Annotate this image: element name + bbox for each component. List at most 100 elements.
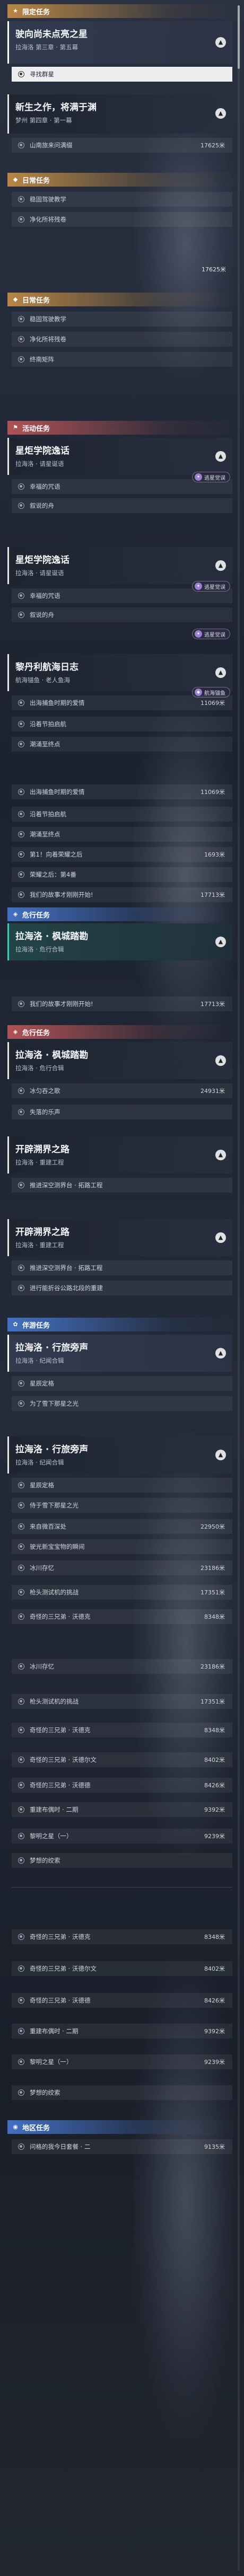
task-row[interactable]: 终南矩阵 [12,352,232,367]
task-row[interactable]: 梦想的绞索 [12,1853,232,1868]
chevron-up-icon[interactable]: ▲ [215,667,226,678]
task-row[interactable]: 失落的乐声 [12,1105,232,1119]
task-label: 第1！向着荣耀之后 [30,851,83,858]
task-row[interactable]: 推进深空测界台 · 拓路工程 [12,1260,232,1275]
task-row[interactable]: 稳固驾驶教学 [12,312,232,327]
task-row[interactable]: 叙说的舟 [12,498,232,513]
task-label: 奇怪的三兄弟 · 沃德尔文 [30,1756,97,1763]
task-row[interactable]: 出海捕鱼时期的爱情 11069米 [12,784,232,799]
mission-card[interactable]: 新生之作，将满于渊 梦州 第四章 · 第一幕 ▲ [7,94,232,134]
task-row[interactable]: 星辰定格 [12,1376,232,1391]
task-row[interactable]: 沿着节拍启航 [12,807,232,822]
task-status-icon [18,2059,24,2065]
flag-icon: ⚑ [13,424,18,431]
task-label: 星辰定格 [30,1481,54,1489]
chevron-up-icon[interactable]: ▲ [215,1348,226,1358]
chevron-up-icon[interactable]: ▲ [215,37,226,48]
task-row[interactable]: 奇怪的三兄弟 · 沃德克 8348米 [12,1609,232,1624]
task-row[interactable]: 稳固驾驶教学 [12,192,232,207]
task-row[interactable]: 出海捕鱼时期的爱情 11069米 [12,695,232,710]
task-row[interactable]: 枪头测试机的挑战 17351米 [12,1694,232,1709]
task-row[interactable]: 推进深空测界台 · 拓路工程 [12,1178,232,1193]
task-row[interactable]: 重建布偶时 · 二期 9392米 [12,2024,232,2039]
task-row[interactable]: 侍于雪下那星之光 [12,1498,232,1513]
task-row[interactable]: 潮涌至终点 [12,737,232,752]
task-row[interactable]: 奇怪的三兄弟 · 沃德克 8348米 [12,1723,232,1737]
chevron-up-icon[interactable]: ▲ [215,1450,226,1460]
task-row[interactable]: 冰匀吞之歌 24931米 [12,1083,232,1098]
task-distance: 8402米 [204,1757,225,1763]
mission-card[interactable]: 拉海洛 · 枫城踏勘 拉海洛 · 危行合辑 ▲ [7,1042,232,1079]
task-label: 黎明之星（一） [30,2058,73,2066]
mission-card[interactable]: 拉海洛 · 行旅旁声 拉海洛 · 纪闻合辑 ▲ [7,1436,232,1474]
task-label: 出海捕鱼时期的爱情 [30,788,85,796]
task-row[interactable]: 奇怪的三兄弟 · 沃德尔文 8402米 [12,1752,232,1767]
task-row[interactable]: 问格的我今日套餐 · 二 9135米 [12,2139,232,2154]
mission-card[interactable]: 拉海洛 · 行旅旁声 拉海洛 · 纪闻合辑 ▲ [7,1335,232,1372]
task-status-icon [18,2143,24,2150]
task-row[interactable]: 梦想的绞索 [12,2085,232,2100]
task-row[interactable]: 来自微百深处 22950米 [12,1519,232,1534]
chevron-up-icon[interactable]: ▲ [215,451,226,462]
mission-card[interactable]: 黎丹利航海日志 航海锚鱼 · 老人鱼海 ▲ [7,654,232,691]
sparkle-icon: ✦ [195,630,202,638]
task-row[interactable]: 黎明之星（一） 9239米 [12,2054,232,2069]
chevron-up-icon[interactable]: ▲ [215,560,226,571]
chevron-up-icon[interactable]: ▲ [215,1055,226,1066]
task-row[interactable]: 叙说的舟 [12,607,232,622]
task-row[interactable]: 奇怪的三兄弟 · 沃德德 8426米 [12,1993,232,2008]
calendar-icon: ◆ [13,296,18,303]
task-label: 冰川存忆 [30,1564,54,1572]
task-status-icon [18,892,24,898]
mission-title: 星炬学院逸话 [15,446,69,456]
task-row[interactable]: 奇怪的三兄弟 · 沃德德 8426米 [12,1778,232,1793]
task-status-icon [18,2028,24,2034]
task-row[interactable]: 寻找群星 [12,67,232,82]
task-row[interactable]: 枪头测试机的挑战 17351米 [12,1585,232,1600]
mission-title: 开辟溯界之路 [15,1144,69,1155]
task-status-icon [18,356,24,363]
task-row[interactable]: 奇怪的三兄弟 · 沃德尔文 8402米 [12,1961,232,1976]
mission-card[interactable]: 开辟溯界之路 拉海洛 · 重建工程 ▲ [7,1219,232,1256]
task-row[interactable]: 第1！向着荣耀之后 1693米 [12,847,232,862]
task-row[interactable]: 净化所将残卷 [12,332,232,347]
mission-card[interactable]: 拉海洛 · 枫城踏勘 拉海洛 · 危行合辑 ▲ [7,923,232,960]
task-distance: 8426米 [204,1997,225,2004]
task-row[interactable]: 星辰定格 [12,1478,232,1493]
chevron-up-icon[interactable]: ▲ [215,1232,226,1243]
mission-card[interactable]: 星炬学院逸话 拉海洛 · 请星诞语 ▲ [7,438,232,475]
chevron-up-icon[interactable]: ▲ [215,108,226,119]
section-title: 地区任务 [22,2124,50,2132]
task-row[interactable]: 冰川存忆 23186米 [12,1560,232,1575]
mission-subtitle: 拉海洛 · 请星诞语 [15,460,64,467]
task-row[interactable]: 驶光新宝宝物的瞬间 [12,1539,232,1554]
task-label: 寻找群星 [30,70,54,78]
mission-card[interactable]: 驶向尚未点亮之星 拉海洛 第三章 · 第五幕 ▲ [7,21,232,64]
task-row[interactable]: 净化所将残卷 [12,212,232,227]
mission-card[interactable]: 星炬学院逸话 拉海洛 · 请星诞语 ▲ [7,547,232,584]
task-distance: 24931米 [201,1088,225,1095]
task-status-icon [18,1502,24,1508]
scrollbar-thumb[interactable] [238,5,240,69]
task-row[interactable]: 我们的故事才刚刚开始! 17713米 [12,887,232,902]
task-row[interactable]: 冰川存忆 23186米 [12,1659,232,1674]
task-row[interactable]: 黎明之星（一） 9239米 [12,1829,232,1843]
task-row[interactable]: 沿着节拍启航 [12,717,232,731]
mission-card[interactable]: 开辟溯界之路 拉海洛 · 重建工程 ▲ [7,1136,232,1174]
task-row[interactable]: 重建布偶时 · 二期 9392米 [12,1802,232,1817]
mission-subtitle: 拉海洛 第三章 · 第五幕 [15,43,79,51]
chevron-up-icon[interactable]: ▲ [215,937,226,947]
scrollbar-track[interactable] [238,5,240,2571]
task-row[interactable]: 潮涌至终点 [12,827,232,842]
task-row[interactable]: 为了雪下那星之光 [12,1396,232,1411]
task-row[interactable]: 山南旅来问满缀 17625米 [12,138,232,153]
task-status-icon [18,196,24,202]
task-row[interactable]: 奇怪的三兄弟 · 沃德克 8348米 [12,1929,232,1944]
task-row[interactable]: 荣耀之后：第4番 [12,867,232,882]
task-row[interactable]: 我们的故事才刚刚开始! 17713米 [12,996,232,1011]
task-distance: 23186米 [201,1663,225,1670]
task-row[interactable]: 进行能折谷公路北段的重建 [12,1281,232,1295]
task-label: 奇怪的三兄弟 · 沃德克 [30,1613,91,1620]
chevron-up-icon[interactable]: ▲ [215,1150,226,1160]
task-label: 星辰定格 [30,1380,54,1387]
